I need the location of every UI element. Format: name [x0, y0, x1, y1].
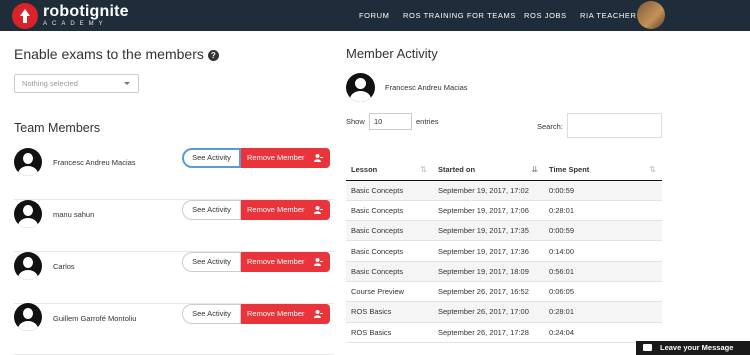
nav-ria-teacher[interactable]: RIA TEACHER	[580, 0, 636, 31]
cell-lesson: Basic Concepts	[346, 240, 433, 262]
cell-lesson: Basic Concepts	[346, 180, 433, 201]
see-activity-button[interactable]: See Activity	[182, 252, 241, 272]
exam-select[interactable]: Nothing selected	[14, 74, 139, 93]
team-members-heading: Team Members	[14, 121, 101, 135]
cell-time-spent: 0:28:01	[544, 301, 662, 323]
member-avatar	[14, 252, 42, 280]
sort-desc-icon: ⇊	[531, 165, 538, 174]
table-row: Course Preview September 26, 2017, 16:52 0…	[346, 281, 662, 303]
column-header-time-spent[interactable]: Time Spent ⇅	[544, 160, 662, 181]
robot-logo-icon	[12, 2, 38, 29]
cell-time-spent: 0:28:01	[544, 200, 662, 222]
column-header-label: Lesson	[351, 165, 378, 175]
cell-started-on: September 26, 2017, 17:28	[433, 322, 544, 343]
activity-member-avatar	[346, 73, 375, 102]
cell-started-on: September 26, 2017, 16:52	[433, 281, 544, 303]
show-label: Show	[346, 117, 365, 126]
entries-label: entries	[416, 117, 439, 126]
table-row: Basic Concepts September 19, 2017, 17:36 0…	[346, 240, 662, 262]
remove-member-button[interactable]: Remove Member	[241, 252, 330, 272]
remove-member-label: Remove Member	[247, 257, 305, 266]
cell-started-on: September 26, 2017, 17:00	[433, 301, 544, 323]
see-activity-button[interactable]: See Activity	[182, 148, 241, 168]
nav-ros-jobs[interactable]: ROS JOBS	[524, 0, 567, 31]
member-activity-heading: Member Activity	[346, 46, 438, 61]
table-row: Basic Concepts September 19, 2017, 17:35 0…	[346, 220, 662, 242]
member-avatar	[14, 200, 42, 228]
nav-forum[interactable]: FORUM	[359, 0, 390, 31]
remove-member-button[interactable]: Remove Member	[241, 200, 330, 220]
cell-lesson: Basic Concepts	[346, 200, 433, 222]
member-avatar	[14, 148, 42, 176]
member-name: Francesc Andreu Macias	[53, 158, 136, 167]
chevron-down-icon	[124, 82, 130, 85]
cell-lesson: ROS Basics	[346, 322, 433, 343]
cell-lesson: Basic Concepts	[346, 220, 433, 242]
sort-icon: ⇅	[649, 165, 656, 174]
see-activity-button[interactable]: See Activity	[182, 304, 241, 324]
cell-time-spent: 0:56:01	[544, 261, 662, 282]
see-activity-button[interactable]: See Activity	[182, 200, 241, 220]
column-header-lesson[interactable]: Lesson ⇅	[346, 160, 433, 181]
activity-member-name: Francesc Andreu Macias	[385, 83, 468, 92]
user-avatar[interactable]	[637, 1, 665, 29]
leave-message-chat-button[interactable]: Leave your Message	[636, 341, 750, 355]
member-row: Guillem Garrofé Montoliu See Activity Re…	[14, 303, 334, 355]
sort-icon: ⇅	[420, 165, 427, 174]
table-row: Basic Concepts September 19, 2017, 18:09 0…	[346, 261, 662, 282]
member-avatar	[14, 303, 42, 331]
remove-member-button[interactable]: Remove Member	[241, 304, 330, 324]
table-row: Basic Concepts September 19, 2017, 17:02 0…	[346, 180, 662, 201]
table-row: ROS Basics September 26, 2017, 17:28 0:24:…	[346, 322, 662, 343]
remove-member-button[interactable]: Remove Member	[241, 148, 330, 168]
cell-started-on: September 19, 2017, 17:06	[433, 200, 544, 222]
remove-user-icon	[314, 310, 323, 318]
cell-time-spent: 0:14:00	[544, 240, 662, 262]
column-header-label: Time Spent	[549, 165, 590, 175]
column-header-label: Started on	[438, 165, 476, 175]
help-icon[interactable]: ?	[207, 50, 219, 61]
cell-lesson: ROS Basics	[346, 301, 433, 323]
logo[interactable]: robotignite ACADEMY	[12, 2, 129, 29]
search-label: Search:	[537, 122, 563, 131]
brand-sub: ACADEMY	[43, 21, 108, 27]
cell-started-on: September 19, 2017, 18:09	[433, 261, 544, 282]
cell-started-on: September 19, 2017, 17:35	[433, 220, 544, 242]
member-name: manu sahun	[53, 210, 95, 219]
entries-select[interactable]: 10	[369, 113, 412, 130]
leave-message-label: Leave your Message	[660, 343, 734, 352]
cell-lesson: Course Preview	[346, 281, 433, 303]
remove-member-label: Remove Member	[247, 309, 305, 318]
nav-ros-training-for-teams[interactable]: ROS TRAINING FOR TEAMS	[403, 0, 516, 31]
member-row: Carlos See Activity Remove Member	[14, 252, 334, 304]
table-row: ROS Basics September 26, 2017, 17:00 0:28:…	[346, 301, 662, 323]
cell-time-spent: 0:24:04	[544, 322, 662, 343]
member-row: manu sahun See Activity Remove Member	[14, 200, 334, 252]
cell-started-on: September 19, 2017, 17:36	[433, 240, 544, 262]
search-input[interactable]	[567, 113, 662, 138]
member-name: Carlos	[53, 262, 75, 271]
cell-started-on: September 19, 2017, 17:02	[433, 180, 544, 201]
top-navbar: robotignite ACADEMY FORUM ROS TRAINING F…	[0, 0, 750, 31]
column-header-started-on[interactable]: Started on ⇊	[433, 160, 544, 181]
cell-time-spent: 0:00:59	[544, 220, 662, 242]
remove-member-label: Remove Member	[247, 205, 305, 214]
brand-name: robotignite	[43, 3, 129, 20]
activity-table: Lesson ⇅ Started on ⇊ Time Spent ⇅ Basic Co…	[346, 160, 662, 343]
cell-time-spent: 0:06:05	[544, 281, 662, 303]
remove-user-icon	[314, 258, 323, 266]
remove-user-icon	[314, 206, 323, 214]
enable-exams-heading: Enable exams to the members?	[14, 46, 219, 62]
member-name: Guillem Garrofé Montoliu	[53, 314, 137, 323]
remove-member-label: Remove Member	[247, 153, 305, 162]
cell-lesson: Basic Concepts	[346, 261, 433, 282]
member-row: Francesc Andreu Macias See Activity Remo…	[14, 148, 334, 200]
table-row: Basic Concepts September 19, 2017, 17:06 0…	[346, 200, 662, 222]
exam-select-value: Nothing selected	[22, 79, 78, 88]
remove-user-icon	[314, 154, 323, 162]
cell-time-spent: 0:00:59	[544, 180, 662, 201]
enable-exams-title: Enable exams to the members	[14, 46, 204, 62]
